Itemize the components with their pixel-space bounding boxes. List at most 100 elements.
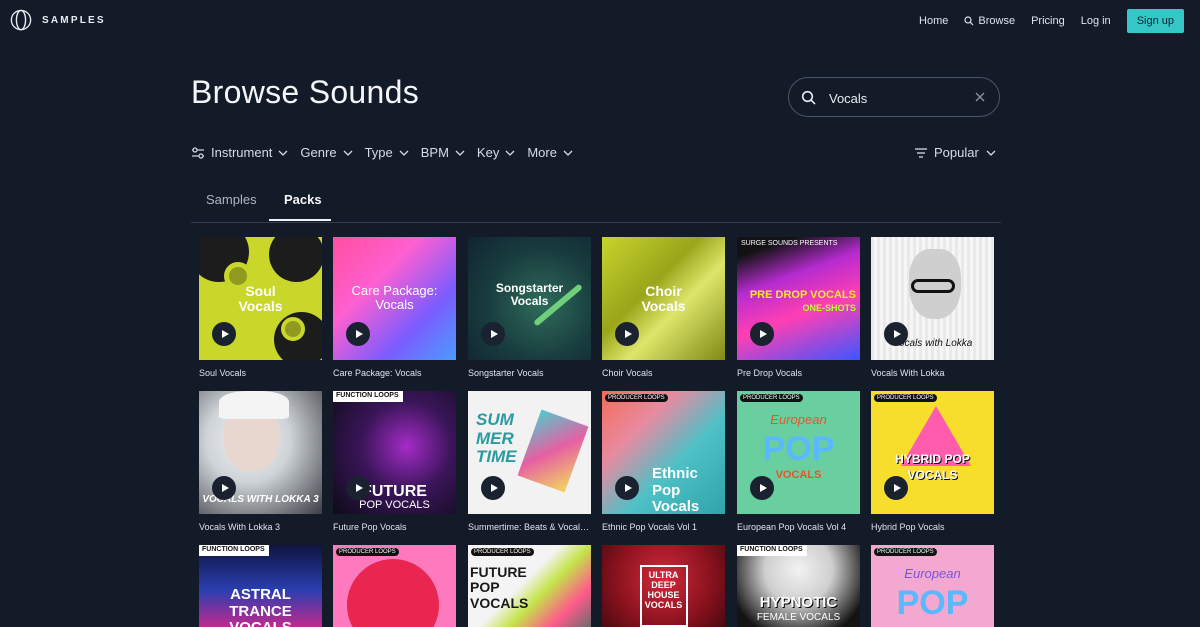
pack-title: Care Package: Vocals (333, 368, 422, 378)
pack-cover: PRODUCER LOOPS European POP VOCALS (737, 391, 860, 514)
play-icon[interactable] (615, 322, 639, 346)
pack-title: Songstarter Vocals (468, 368, 544, 378)
pack-title: Vocals With Lokka 3 (199, 522, 281, 532)
sort-dropdown[interactable]: Popular (915, 145, 996, 160)
pack-cover-title: PRE DROP VOCALS (749, 289, 856, 301)
play-icon[interactable] (750, 322, 774, 346)
filter-bpm[interactable]: BPM (421, 145, 465, 160)
play-icon[interactable] (481, 322, 505, 346)
filter-instrument-label: Instrument (211, 145, 273, 160)
search-icon (801, 90, 816, 105)
pack-cover: ULTRA DEEP HOUSE VOCALS (602, 545, 725, 627)
pack-title: European Pop Vocals Vol 4 (737, 522, 847, 532)
nav-pricing[interactable]: Pricing (1031, 15, 1065, 27)
pack-cover-label: FUNCTION LOOPS (202, 546, 265, 553)
pack-cover: SURGE SOUNDS PRESENTS PRE DROP VOCALS ON… (737, 237, 860, 360)
chevron-down-icon (278, 150, 288, 156)
pack-card[interactable]: ULTRA DEEP HOUSE VOCALS (602, 545, 725, 627)
pack-card[interactable]: FUNCTION LOOPS ASTRAL TRANCE VOCALS (199, 545, 322, 627)
pack-card[interactable]: Soul Vocals Soul Vocals (199, 237, 322, 378)
nav-browse[interactable]: Browse (964, 15, 1015, 27)
play-icon[interactable] (750, 476, 774, 500)
pack-card[interactable]: Care Package: Vocals Care Package: Vocal… (333, 237, 456, 378)
play-icon[interactable] (212, 322, 236, 346)
chevron-down-icon (343, 150, 353, 156)
search-box[interactable] (788, 77, 1000, 117)
play-icon[interactable] (884, 476, 908, 500)
play-icon[interactable] (212, 476, 236, 500)
pack-title: Pre Drop Vocals (737, 368, 803, 378)
pack-card[interactable]: FUNCTION LOOPS FUTURE POP VOCALS Future … (333, 391, 456, 532)
pack-cover-title: ASTRAL TRANCE VOCALS (229, 586, 292, 627)
search-icon (964, 16, 974, 26)
filter-more[interactable]: More (527, 145, 573, 160)
pack-card[interactable]: FUNCTION LOOPS HYPNOTIC FEMALE VOCALS (737, 545, 860, 627)
pack-title: Ethnic Pop Vocals Vol 1 (602, 522, 698, 532)
play-icon[interactable] (346, 322, 370, 346)
chevron-down-icon (986, 150, 996, 156)
pack-cover: Care Package: Vocals (333, 237, 456, 360)
brand-logo[interactable]: SAMPLES (10, 9, 106, 31)
pack-cover: PRODUCER LOOPS European POP (871, 545, 994, 627)
filter-instrument[interactable]: Instrument (191, 145, 288, 160)
pack-cover-label: PRODUCER LOOPS (336, 548, 399, 556)
pack-cover-title: ULTRA DEEP HOUSE VOCALS (644, 570, 683, 610)
search-input[interactable] (829, 88, 959, 108)
pack-card[interactable]: PRODUCER LOOPS Ethnic Pop Vocals Ethnic … (602, 391, 725, 532)
tab-packs[interactable]: Packs (269, 192, 331, 221)
nav-links: Home Browse Pricing Log in Sign up (919, 9, 1184, 33)
pack-cover-label: PRODUCER LOOPS (874, 394, 937, 402)
filter-genre-label: Genre (300, 145, 337, 160)
pack-cover-title: POP (762, 430, 835, 468)
sort-label: Popular (934, 145, 979, 160)
pack-card[interactable]: PRODUCER LOOPS (333, 545, 456, 627)
pack-cover: Choir Vocals (602, 237, 725, 360)
pack-card[interactable]: SUM MER TIME Summertime: Beats & Vocals … (468, 391, 591, 532)
pack-cover-script: European (770, 412, 827, 427)
play-icon[interactable] (481, 476, 505, 500)
pack-card[interactable]: PRODUCER LOOPS European POP (871, 545, 994, 627)
pack-cover-label: FUNCTION LOOPS (740, 546, 803, 553)
play-icon[interactable] (615, 476, 639, 500)
filter-type[interactable]: Type (365, 145, 409, 160)
pack-title: Choir Vocals (602, 368, 653, 378)
pack-cover-label: PRODUCER LOOPS (874, 548, 937, 556)
pack-cover: PRODUCER LOOPS (333, 545, 456, 627)
pack-cover-subtitle: FEMALE VOCALS (756, 612, 841, 623)
clear-icon[interactable] (975, 92, 985, 102)
pack-card[interactable]: Choir Vocals Choir Vocals (602, 237, 725, 378)
pack-card[interactable]: Vocals with Lokka Vocals With Lokka (871, 237, 994, 378)
pack-card[interactable]: Songstarter Vocals Songstarter Vocals (468, 237, 591, 378)
play-icon[interactable] (884, 322, 908, 346)
logo-icon (10, 9, 32, 31)
sliders-icon (192, 146, 204, 159)
play-icon[interactable] (346, 476, 370, 500)
pack-cover-label: FUNCTION LOOPS (336, 392, 399, 399)
pack-card[interactable]: SURGE SOUNDS PRESENTS PRE DROP VOCALS ON… (737, 237, 860, 378)
pack-cover-label: PRODUCER LOOPS (740, 394, 803, 402)
pack-cover-title: Soul Vocals (238, 283, 283, 315)
pack-title: Soul Vocals (199, 368, 247, 378)
pack-card[interactable]: PRODUCER LOOPS FUTURE POP VOCALS (468, 545, 591, 627)
filter-genre[interactable]: Genre (300, 145, 353, 160)
signup-button[interactable]: Sign up (1126, 9, 1184, 33)
tab-samples[interactable]: Samples (206, 192, 257, 207)
pack-cover-title: SUM MER TIME (476, 410, 517, 467)
nav-home[interactable]: Home (919, 15, 948, 27)
sort-icon (915, 147, 927, 158)
filter-more-label: More (527, 145, 557, 160)
pack-card[interactable]: PRODUCER LOOPS HYBRID POP VOCALS Hybrid … (871, 391, 994, 532)
brand-name: SAMPLES (42, 14, 106, 26)
pack-card[interactable]: PRODUCER LOOPS European POP VOCALS Europ… (737, 391, 860, 532)
chevron-down-icon (505, 150, 515, 156)
pack-cover-title: Songstarter Vocals (495, 281, 564, 309)
nav-login[interactable]: Log in (1081, 15, 1111, 27)
pack-cover-subtitle: POP VOCALS (359, 499, 430, 511)
filter-key[interactable]: Key (477, 145, 515, 160)
filter-type-label: Type (364, 145, 393, 160)
pack-title: Hybrid Pop Vocals (871, 522, 945, 532)
pack-cover: FUNCTION LOOPS HYPNOTIC FEMALE VOCALS (737, 545, 860, 627)
pack-cover-title: HYBRID POP (895, 452, 970, 466)
pack-card[interactable]: VOCALS WITH LOKKA 3 Vocals With Lokka 3 (199, 391, 322, 532)
pack-cover-label: SURGE SOUNDS PRESENTS (741, 240, 838, 247)
